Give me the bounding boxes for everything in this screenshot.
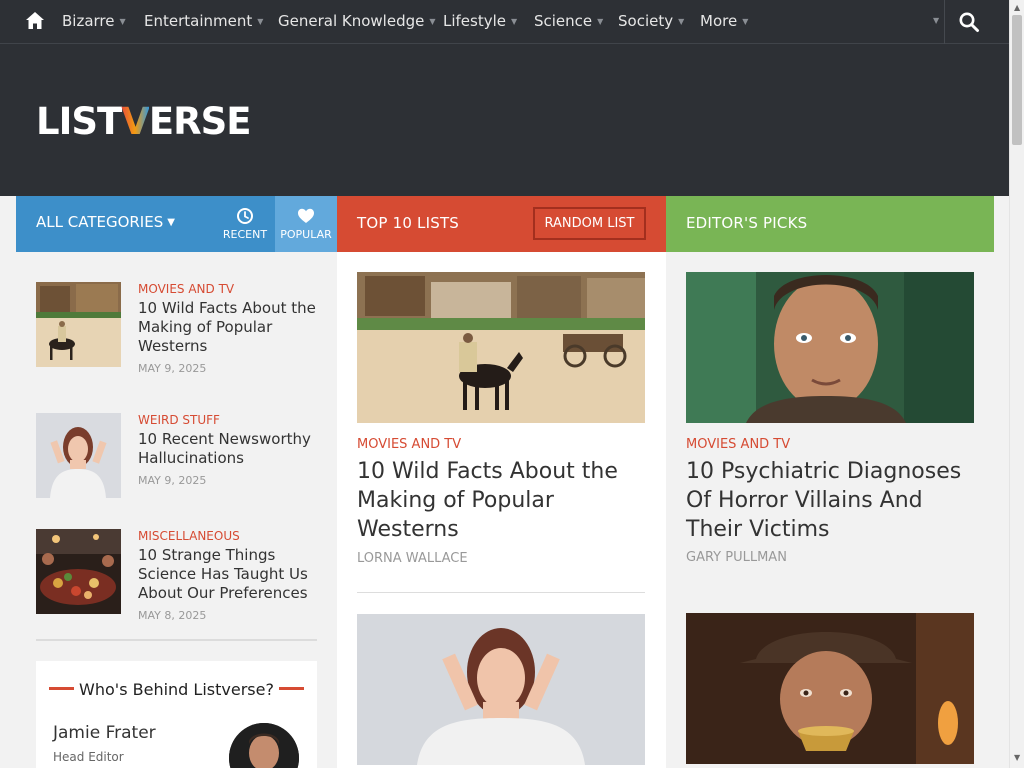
nav-item-label: Bizarre	[62, 12, 115, 30]
logo-text-v: V	[121, 100, 150, 143]
psychiatric-photo	[686, 272, 974, 423]
caret-down-icon: ▼	[167, 217, 175, 228]
article-date: MAY 9, 2025	[138, 362, 207, 375]
tab-popular[interactable]: POPULAR	[275, 196, 337, 252]
categories-header: ALL CATEGORIES ▼ RECENT POPULAR	[16, 196, 337, 252]
nav-item-bizarre[interactable]: Bizarre ▼	[62, 0, 126, 44]
editors-picks-column: MOVIES AND TV 10 Psychiatric Diagnoses O…	[666, 252, 994, 768]
editors-picks-header: EDITOR'S PICKS	[666, 196, 994, 252]
tab-recent-label: RECENT	[222, 228, 268, 241]
article-category[interactable]: MOVIES AND TV	[686, 437, 790, 452]
nav-item-lifestyle[interactable]: Lifestyle ▼	[443, 0, 517, 44]
whos-behind-title: Who's Behind Listverse?	[36, 680, 317, 699]
chevron-down-icon: ▼	[429, 17, 436, 26]
article-thumbnail[interactable]	[36, 282, 121, 367]
site-header: LISTVERSE	[0, 44, 1009, 196]
article-author[interactable]: GARY PULLMAN	[686, 550, 787, 565]
title-dash-left	[49, 687, 75, 690]
chevron-down-icon: ▼	[257, 17, 264, 26]
nav-item-label: More	[700, 12, 738, 30]
nav-item-label: Entertainment	[144, 12, 253, 30]
article-title[interactable]: 10 Recent Newsworthy Hallucinations	[138, 430, 318, 468]
nav-item-label: Lifestyle	[443, 12, 507, 30]
top10-header: TOP 10 LISTS RANDOM LIST	[337, 196, 666, 252]
chevron-down-icon: ▼	[678, 17, 685, 26]
top10-column: MOVIES AND TV 10 Wild Facts About the Ma…	[337, 252, 666, 768]
home-icon[interactable]	[24, 10, 46, 32]
article-author[interactable]: LORNA WALLACE	[357, 551, 468, 566]
chevron-down-icon: ▼	[742, 17, 749, 26]
tab-recent[interactable]: RECENT	[215, 196, 275, 252]
article-category[interactable]: MOVIES AND TV	[138, 282, 234, 296]
article-title[interactable]: 10 Psychiatric Diagnoses Of Horror Villa…	[686, 457, 981, 544]
logo-text-right: ERSE	[148, 100, 252, 143]
title-dash-right	[278, 687, 304, 690]
article-thumbnail[interactable]	[36, 529, 121, 614]
nav-item-entertainment[interactable]: Entertainment ▼	[144, 0, 263, 44]
nav-divider	[944, 0, 945, 44]
article-date: MAY 9, 2025	[138, 474, 207, 487]
editors-picks-title[interactable]: EDITOR'S PICKS	[686, 214, 807, 232]
top-navigation: Bizarre ▼ Entertainment ▼ General Knowledg…	[0, 0, 1009, 44]
article-category[interactable]: WEIRD STUFF	[138, 413, 220, 427]
whos-behind-title-text: Who's Behind Listverse?	[79, 680, 274, 699]
editor-role: Head Editor	[53, 750, 124, 764]
nav-item-more[interactable]: More ▼	[700, 0, 748, 44]
random-list-button[interactable]: RANDOM LIST	[533, 207, 646, 240]
indiana-photo	[686, 613, 974, 764]
clock-icon	[237, 208, 253, 224]
scroll-up-arrow[interactable]: ▲	[1014, 3, 1020, 12]
nav-item-general-knowledge[interactable]: General Knowledge ▼	[278, 0, 436, 44]
site-logo[interactable]: LISTVERSE	[36, 100, 252, 143]
sidebar-divider	[36, 639, 317, 641]
list-item[interactable]: MOVIES AND TV 10 Wild Facts About the Ma…	[36, 282, 317, 382]
top10-title[interactable]: TOP 10 LISTS	[357, 214, 459, 232]
list-item[interactable]: WEIRD STUFF 10 Recent Newsworthy Halluci…	[36, 413, 317, 503]
article-category[interactable]: MISCELLANEOUS	[138, 529, 240, 543]
article-image[interactable]	[686, 613, 974, 764]
article-image[interactable]	[357, 614, 645, 765]
search-icon[interactable]	[958, 11, 980, 33]
article-date: MAY 8, 2025	[138, 609, 207, 622]
article-title[interactable]: 10 Wild Facts About the Making of Popula…	[138, 299, 318, 356]
nav-item-label: General Knowledge	[278, 12, 425, 30]
nav-item-science[interactable]: Science ▼	[534, 0, 603, 44]
hallucinations-photo	[357, 614, 645, 765]
avatar[interactable]	[229, 723, 299, 768]
article-title[interactable]: 10 Strange Things Science Has Taught Us …	[138, 546, 318, 603]
nav-item-label: Science	[534, 12, 593, 30]
tab-popular-label: POPULAR	[280, 228, 332, 241]
article-title[interactable]: 10 Wild Facts About the Making of Popula…	[357, 457, 652, 544]
list-item[interactable]: MISCELLANEOUS 10 Strange Things Science …	[36, 529, 317, 629]
scroll-down-arrow[interactable]: ▼	[1014, 753, 1020, 762]
scroll-thumb[interactable]	[1012, 15, 1022, 145]
whos-behind-box: Who's Behind Listverse? Jamie Frater Hea…	[36, 661, 317, 768]
nav-item-society[interactable]: Society ▼	[618, 0, 684, 44]
card-divider	[357, 592, 645, 593]
chevron-down-icon: ▼	[119, 17, 126, 26]
chevron-down-icon: ▼	[511, 17, 518, 26]
heart-icon	[298, 208, 314, 223]
chevron-down-icon[interactable]: ▼	[933, 0, 939, 42]
chevron-down-icon: ▼	[597, 17, 604, 26]
article-category[interactable]: MOVIES AND TV	[357, 437, 461, 452]
logo-text-left: LIST	[36, 100, 122, 143]
article-image[interactable]	[357, 272, 645, 423]
page-scrollbar[interactable]: ▲ ▼	[1009, 0, 1024, 768]
article-thumbnail[interactable]	[36, 413, 121, 498]
editor-name[interactable]: Jamie Frater	[53, 723, 156, 743]
article-image[interactable]	[686, 272, 974, 423]
westerns-photo	[357, 272, 645, 423]
all-categories-dropdown[interactable]: ALL CATEGORIES ▼	[36, 213, 175, 231]
all-categories-label: ALL CATEGORIES	[36, 213, 164, 231]
sidebar-popular-list: MOVIES AND TV 10 Wild Facts About the Ma…	[16, 252, 337, 768]
nav-item-label: Society	[618, 12, 674, 30]
